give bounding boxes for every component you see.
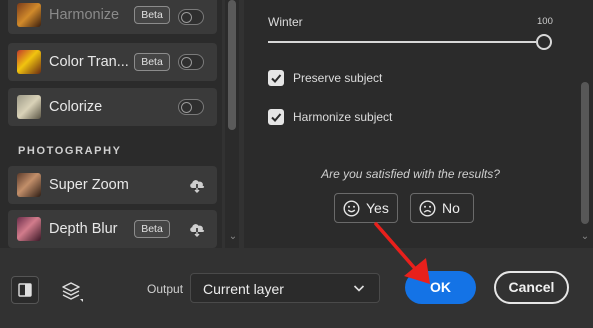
checkmark-icon	[271, 113, 282, 122]
slider-value: 100	[537, 16, 553, 27]
scrollbar-thumb[interactable]	[581, 82, 589, 224]
filter-label-super-zoom: Super Zoom	[49, 177, 129, 193]
section-heading-photography: PHOTOGRAPHY	[18, 145, 122, 157]
compare-view-icon[interactable]	[11, 276, 39, 304]
harmonize-toggle[interactable]	[178, 9, 204, 25]
color-transfer-toggle[interactable]	[178, 54, 204, 70]
filter-label-depth-blur: Depth Blur	[49, 221, 118, 237]
output-label: Output	[147, 282, 184, 296]
super-zoom-thumbnail	[17, 173, 41, 197]
filters-scrollbar[interactable]: ⌄	[225, 0, 239, 248]
cancel-button[interactable]: Cancel	[494, 271, 569, 304]
slider-thumb[interactable]	[536, 34, 552, 50]
no-label: No	[442, 200, 460, 216]
filters-panel: Harmonize Beta Color Tran... Beta Colori…	[0, 0, 222, 248]
scrollbar-thumb[interactable]	[228, 0, 236, 130]
ok-button[interactable]: OK	[405, 271, 476, 304]
harmonize-subject-label: Harmonize subject	[293, 110, 393, 124]
yes-label: Yes	[366, 200, 389, 216]
beta-badge: Beta	[134, 6, 170, 24]
filter-label-harmonize: Harmonize	[49, 7, 120, 23]
harmonize-thumbnail	[17, 3, 41, 27]
cloud-download-icon[interactable]	[188, 177, 206, 193]
beta-badge: Beta	[134, 53, 170, 71]
slider-label: Winter	[268, 15, 303, 29]
feedback-yes-button[interactable]: Yes	[334, 193, 398, 223]
filter-row-colorize[interactable]: Colorize	[8, 88, 217, 126]
depth-blur-thumbnail	[17, 217, 41, 241]
filter-row-harmonize[interactable]: Harmonize Beta	[8, 0, 217, 34]
slider-track[interactable]	[268, 41, 536, 43]
beta-badge: Beta	[134, 220, 170, 238]
filter-label-colorize: Colorize	[49, 99, 103, 115]
scroll-down-arrow-icon[interactable]: ⌄	[580, 232, 590, 242]
filter-label-color-transfer: Color Tran...	[49, 54, 129, 70]
filter-row-color-transfer[interactable]: Color Tran... Beta	[8, 43, 217, 81]
feedback-question: Are you satisfied with the results?	[321, 167, 500, 181]
cloud-download-icon[interactable]	[188, 221, 206, 237]
filter-row-depth-blur[interactable]: Depth Blur Beta	[8, 210, 217, 248]
colorize-toggle[interactable]	[178, 99, 204, 115]
color-transfer-thumbnail	[17, 50, 41, 74]
preserve-subject-label: Preserve subject	[293, 71, 383, 85]
smile-icon	[343, 199, 360, 217]
output-select-value: Current layer	[203, 281, 284, 297]
colorize-thumbnail	[17, 95, 41, 119]
settings-panel: Winter 100 Preserve subject Harmonize su…	[244, 0, 577, 248]
feedback-no-button[interactable]: No	[410, 193, 474, 223]
layers-icon[interactable]	[60, 279, 84, 303]
chevron-down-icon	[353, 285, 365, 292]
settings-scrollbar[interactable]: ⌄	[577, 0, 593, 248]
frown-icon	[419, 199, 436, 217]
checkmark-icon	[271, 74, 282, 83]
harmonize-subject-checkbox[interactable]	[268, 109, 284, 125]
preserve-subject-checkbox[interactable]	[268, 70, 284, 86]
scroll-down-arrow-icon[interactable]: ⌄	[228, 232, 238, 242]
filter-row-super-zoom[interactable]: Super Zoom	[8, 166, 217, 204]
output-select[interactable]: Current layer	[190, 273, 380, 303]
